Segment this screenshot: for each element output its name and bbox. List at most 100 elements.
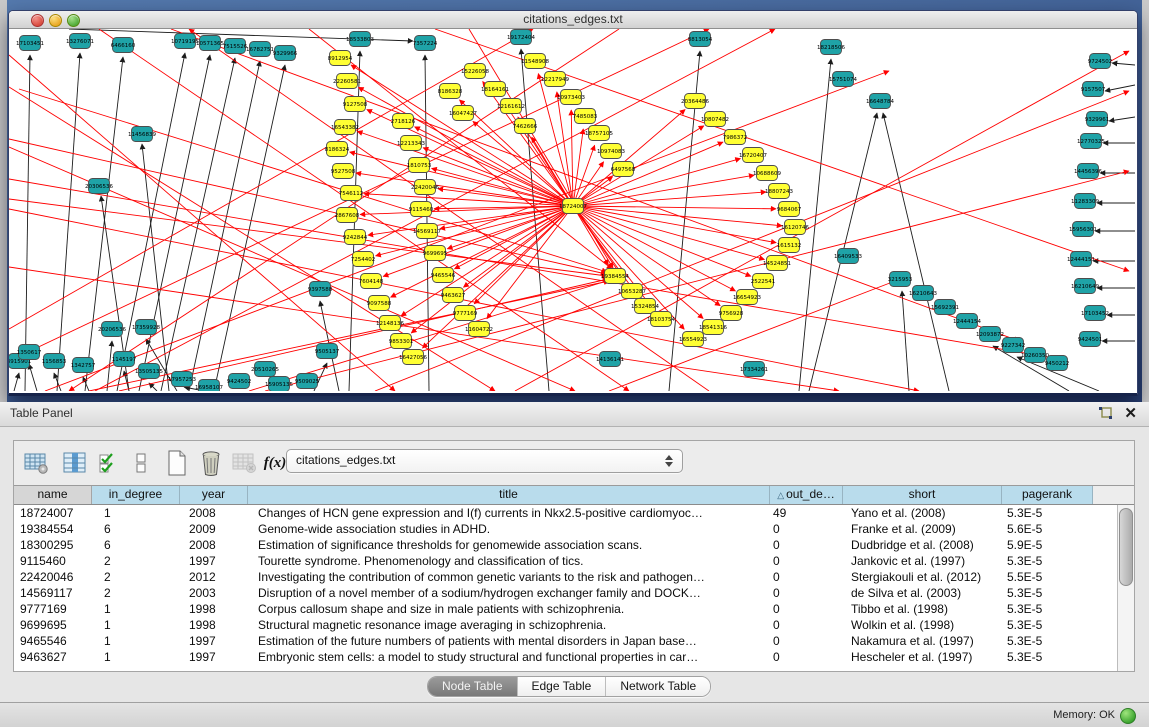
row-height-icon[interactable] — [126, 448, 156, 478]
graph-node-yellow[interactable]: 9127508 — [343, 97, 368, 112]
graph-node-teal[interactable]: 18218506 — [817, 40, 845, 55]
column-header-name[interactable]: name — [14, 486, 92, 504]
tab-edge-table[interactable]: Edge Table — [518, 677, 607, 696]
graph-node-yellow[interactable]: 9527508 — [331, 164, 356, 179]
delete-table-icon[interactable] — [230, 448, 260, 478]
graph-node-yellow[interactable]: 12213343 — [397, 136, 425, 151]
graph-node-yellow[interactable]: 10807482 — [701, 112, 729, 127]
graph-node-teal[interactable]: 7515526 — [223, 39, 248, 54]
network-window-titlebar[interactable]: citations_edges.txt — [9, 11, 1137, 29]
table-row[interactable]: 1830029562008Estimation of significance … — [14, 537, 1118, 553]
graph-node-teal[interactable]: 6466160 — [111, 38, 136, 53]
select-checks-icon[interactable] — [94, 448, 124, 478]
graph-node-teal[interactable]: 20510265 — [251, 362, 279, 377]
graph-node-yellow[interactable]: 9463627 — [441, 288, 466, 303]
float-panel-icon[interactable] — [1098, 406, 1113, 421]
graph-node-teal[interactable]: 9329966 — [273, 46, 298, 61]
graph-node-teal[interactable]: 1350617 — [17, 345, 42, 360]
graph-node-teal[interactable]: 12093872 — [976, 327, 1004, 342]
graph-node-yellow[interactable]: 8186328 — [438, 84, 463, 99]
column-header-short[interactable]: short — [843, 486, 1002, 504]
graph-node-teal[interactable]: 1156853 — [42, 354, 67, 369]
graph-node-teal[interactable]: 17359928 — [132, 320, 160, 335]
graph-node-yellow[interactable]: 15226058 — [461, 64, 489, 79]
graph-node-yellow[interactable]: 14524851 — [763, 256, 791, 271]
graph-node-yellow[interactable]: 16554923 — [679, 332, 707, 347]
graph-node-yellow[interactable]: 10653287 — [618, 284, 646, 299]
graph-node-teal[interactable]: 9157507 — [1081, 82, 1106, 97]
graph-node-hub[interactable]: 18724007 — [559, 199, 587, 214]
table-row[interactable]: 946554611997Estimation of the future num… — [14, 633, 1118, 649]
graph-node-yellow[interactable]: 2522541 — [751, 274, 776, 289]
graph-node-yellow[interactable]: 1810753 — [407, 158, 432, 173]
table-row[interactable]: 1938455462009Genome-wide association stu… — [14, 521, 1118, 537]
graph-node-yellow[interactable]: 16047427 — [449, 106, 477, 121]
graph-node-yellow[interactable]: 10973403 — [557, 90, 585, 105]
graph-node-yellow[interactable]: 22260581 — [333, 74, 361, 89]
graph-node-teal[interactable]: 7357224 — [413, 36, 438, 51]
column-header-out_de[interactable]: △out_de… — [770, 486, 843, 504]
column-header-year[interactable]: year — [180, 486, 248, 504]
table-row[interactable]: 1456911722003Disruption of a novel membe… — [14, 585, 1118, 601]
graph-node-teal[interactable]: 9329961 — [1085, 112, 1110, 127]
graph-node-yellow[interactable]: 16543382 — [331, 120, 359, 135]
graph-node-yellow[interactable]: 7485083 — [573, 109, 598, 124]
graph-node-teal[interactable]: 9397588 — [308, 282, 333, 297]
graph-node-yellow[interactable]: 7986372 — [723, 130, 748, 145]
table-row[interactable]: 1872400712008Changes of HCN gene express… — [14, 505, 1118, 521]
graph-node-teal[interactable]: 1145197 — [112, 352, 137, 367]
graph-node-teal[interactable]: 16958107 — [195, 380, 223, 392]
graph-node-teal[interactable]: 12770325 — [1077, 134, 1105, 149]
graph-node-teal[interactable]: 9450212 — [1045, 356, 1070, 371]
graph-node-yellow[interactable]: 12161612 — [497, 99, 525, 114]
table-settings-icon[interactable] — [22, 448, 52, 478]
graph-node-yellow[interactable]: 9242844 — [343, 230, 368, 245]
graph-node-yellow[interactable]: 20364486 — [681, 94, 709, 109]
graph-node-yellow[interactable]: 14569117 — [413, 224, 441, 239]
graph-node-teal[interactable]: 13505135 — [135, 364, 163, 379]
table-selector-dropdown[interactable]: citations_edges.txt — [286, 449, 683, 473]
graph-node-yellow[interactable]: 9756928 — [719, 306, 744, 321]
graph-node-teal[interactable]: 10571365 — [196, 36, 224, 51]
graph-node-yellow[interactable]: 7604148 — [359, 274, 384, 289]
column-header-title[interactable]: title — [248, 486, 770, 504]
graph-node-teal[interactable]: 15956301 — [1069, 222, 1097, 237]
graph-node-teal[interactable]: 16210643 — [909, 286, 937, 301]
graph-node-yellow[interactable]: 2867608 — [335, 208, 360, 223]
graph-node-yellow[interactable]: 2718126 — [391, 114, 416, 129]
graph-node-yellow[interactable]: 7254402 — [351, 252, 376, 267]
graph-node-teal[interactable]: 14136141 — [596, 352, 624, 367]
graph-node-teal[interactable]: 9505137 — [315, 344, 340, 359]
graph-node-teal[interactable]: 20306536 — [85, 179, 113, 194]
table-row[interactable]: 977716911998Corpus callosum shape and si… — [14, 601, 1118, 617]
graph-node-teal[interactable]: 17957253 — [168, 372, 196, 387]
citation-graph[interactable]: 1710345113276071646616010719195105713657… — [9, 29, 1135, 391]
graph-node-yellow[interactable]: 10688609 — [753, 166, 781, 181]
graph-node-yellow[interactable]: 18103754 — [647, 312, 675, 327]
graph-node-teal[interactable]: 9424501 — [1078, 332, 1103, 347]
graph-node-yellow[interactable]: 9465546 — [431, 268, 456, 283]
graph-node-teal[interactable]: 11283309 — [1071, 194, 1099, 209]
graph-node-yellow[interactable]: 9853301 — [389, 334, 414, 349]
graph-node-yellow[interactable]: 9684067 — [777, 202, 802, 217]
memory-status-icon[interactable] — [1120, 708, 1136, 724]
column-header-in_degree[interactable]: in_degree — [92, 486, 180, 504]
graph-node-teal[interactable]: 16648784 — [866, 94, 894, 109]
graph-node-yellow[interactable]: 16120746 — [781, 220, 809, 235]
graph-node-teal[interactable]: 17103451 — [16, 36, 44, 51]
graph-node-teal[interactable]: 12444151 — [1067, 252, 1095, 267]
graph-node-yellow[interactable]: 8186324 — [325, 142, 350, 157]
network-canvas[interactable]: 1710345113276071646616010719195105713657… — [9, 29, 1135, 391]
graph-node-yellow[interactable]: 16427056 — [399, 350, 427, 365]
graph-node-teal[interactable]: 9724502 — [1088, 54, 1113, 69]
graph-node-teal[interactable]: 9424502 — [227, 374, 252, 389]
graph-node-yellow[interactable]: 7546112 — [339, 186, 364, 201]
graph-node-yellow[interactable]: 22420046 — [411, 180, 439, 195]
graph-node-yellow[interactable]: 18164161 — [481, 82, 509, 97]
tab-node-table[interactable]: Node Table — [428, 677, 518, 696]
graph-node-yellow[interactable]: 16654923 — [733, 290, 761, 305]
graph-node-yellow[interactable]: 6497568 — [611, 162, 636, 177]
graph-node-teal[interactable]: 9227342 — [1001, 338, 1026, 353]
graph-node-yellow[interactable]: 9777169 — [453, 306, 478, 321]
graph-node-yellow[interactable]: 16720407 — [739, 148, 767, 163]
